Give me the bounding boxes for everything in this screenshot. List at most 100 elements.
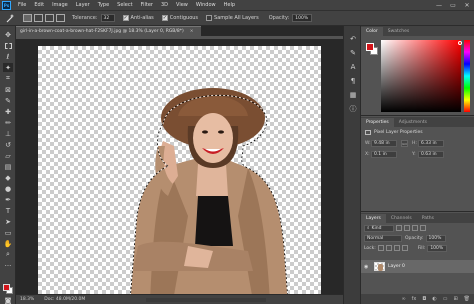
color-picker-cursor[interactable] (458, 41, 462, 45)
add-selection-mode[interactable] (34, 14, 43, 22)
color-picker-field[interactable] (381, 40, 462, 112)
menu-layer[interactable]: Layer (72, 0, 94, 10)
marquee-tool-icon[interactable] (3, 41, 13, 50)
quick-mask-icon[interactable]: ◙ (3, 296, 13, 304)
tolerance-input[interactable]: 32 (100, 14, 115, 22)
tab-swatches[interactable]: Swatches (383, 27, 415, 36)
lock-all-icon[interactable] (401, 245, 408, 251)
eraser-tool-icon[interactable]: ▱ (3, 151, 13, 160)
adjustment-layer-icon[interactable]: ◐ (432, 296, 436, 302)
opacity-input[interactable]: 100% (292, 14, 313, 22)
history-brush-tool-icon[interactable]: ↺ (3, 140, 13, 149)
group-icon[interactable]: ▭ (443, 296, 448, 302)
menu-type[interactable]: Type (94, 0, 113, 10)
document-tab[interactable]: girl-in-a-brown-coat-a-brown-hat-F2SKF7J… (16, 26, 201, 36)
filter-shape-icon[interactable] (420, 225, 426, 231)
menu-filter[interactable]: Filter (137, 0, 157, 10)
menu-help[interactable]: Help (220, 0, 239, 10)
eyedropper-tool-icon[interactable]: ✎ (3, 96, 13, 105)
layer-name[interactable]: Layer 0 (388, 264, 405, 269)
frame-tool-icon[interactable]: ⊠ (3, 85, 13, 94)
maximize-button[interactable]: ▭ (446, 0, 460, 10)
healing-brush-tool-icon[interactable]: ✚ (3, 107, 13, 116)
menu-image[interactable]: Image (48, 0, 72, 10)
position-row: X: 0.1 in Y: 0.63 in (361, 150, 474, 159)
menu-window[interactable]: Window (192, 0, 220, 10)
image-canvas[interactable] (38, 46, 321, 301)
paragraph-icon[interactable]: ¶ (348, 76, 358, 85)
hand-tool-icon[interactable]: ✋ (3, 239, 13, 248)
pen-tool-icon[interactable]: ✒ (3, 195, 13, 204)
horizontal-scrollbar[interactable] (146, 298, 266, 302)
filter-type-icon[interactable] (412, 225, 418, 231)
move-tool-icon[interactable]: ✥ (3, 30, 13, 39)
dodge-tool-icon[interactable]: ● (3, 184, 13, 193)
tab-paths[interactable]: Paths (417, 214, 439, 223)
brush-settings-icon[interactable]: ✎ (348, 48, 358, 57)
trash-icon[interactable]: 🗑 (464, 296, 470, 302)
gradient-tool-icon[interactable]: ▤ (3, 162, 13, 171)
filter-adjustment-icon[interactable] (404, 225, 410, 231)
lock-image-icon[interactable] (385, 245, 392, 251)
layer-opacity-input[interactable]: 100% (425, 234, 446, 242)
add-mask-icon[interactable]: ◘ (422, 296, 426, 302)
rectangle-tool-icon[interactable]: ▭ (3, 228, 13, 237)
link-dimensions-button[interactable]: GO (401, 140, 408, 147)
zoom-level[interactable]: 18.3% (20, 297, 34, 302)
brush-tool-icon[interactable]: ✏ (3, 118, 13, 127)
panel-foreground-swatch[interactable] (366, 43, 374, 51)
layer-style-icon[interactable]: fx (412, 296, 417, 302)
filter-pixel-icon[interactable] (396, 225, 402, 231)
menu-file[interactable]: File (14, 0, 30, 10)
link-layers-icon[interactable]: ∞ (401, 296, 405, 302)
lock-position-icon[interactable] (393, 245, 400, 251)
width-field[interactable]: 9.48 in (371, 140, 397, 147)
lock-transparent-icon[interactable] (377, 245, 384, 251)
antialias-checkbox[interactable]: ✓ Anti-alias (122, 15, 154, 21)
blur-tool-icon[interactable]: ◆ (3, 173, 13, 182)
properties-header: Pixel Layer Properties (361, 127, 474, 137)
menu-3d[interactable]: 3D (157, 0, 172, 10)
zoom-tool-icon[interactable]: ⌕ (3, 250, 13, 259)
magic-wand-tool-preset[interactable] (3, 12, 17, 24)
type-tool-icon[interactable]: T (3, 206, 13, 215)
crop-tool-icon[interactable]: ⌗ (3, 74, 13, 83)
tab-adjustments[interactable]: Adjustments (394, 118, 432, 127)
menu-edit[interactable]: Edit (30, 0, 48, 10)
kind-filter-select[interactable]: ⌕ Kind (364, 224, 394, 232)
contiguous-checkbox[interactable]: ✓ Contiguous (161, 15, 198, 21)
tab-properties[interactable]: Properties (361, 118, 394, 127)
x-field[interactable]: 0.1 in (371, 151, 397, 158)
lasso-tool-icon[interactable]: ℓ (3, 52, 13, 61)
y-field[interactable]: 0.63 in (418, 151, 444, 158)
hue-slider[interactable] (464, 40, 470, 112)
clone-stamp-tool-icon[interactable]: ⊥ (3, 129, 13, 138)
tab-color[interactable]: Color (361, 27, 383, 36)
close-document-icon[interactable]: × (190, 29, 194, 34)
tab-channels[interactable]: Channels (386, 214, 417, 223)
layer-row[interactable]: ◉ Layer 0 (361, 260, 474, 273)
sample-all-layers-checkbox[interactable]: Sample All Layers (206, 15, 259, 21)
layers-footer: ∞ fx ◘ ◐ ▭ ⊞ 🗑 (361, 294, 474, 304)
more-tools-icon[interactable]: ··· (3, 261, 13, 270)
new-layer-icon[interactable]: ⊞ (453, 296, 457, 302)
character-icon[interactable]: A (348, 62, 358, 71)
foreground-color-swatch[interactable] (3, 284, 10, 291)
path-selection-tool-icon[interactable]: ➤ (3, 217, 13, 226)
magic-wand-tool-icon[interactable]: ✦ (3, 63, 13, 72)
intersect-selection-mode[interactable] (56, 14, 65, 22)
close-button[interactable]: ✕ (460, 0, 474, 10)
info-icon[interactable]: ⓘ (348, 104, 358, 113)
subtract-selection-mode[interactable] (45, 14, 54, 22)
menu-select[interactable]: Select (113, 0, 136, 10)
blend-mode-select[interactable]: Normal (364, 234, 402, 242)
height-field[interactable]: 6.33 in (418, 140, 444, 147)
new-selection-mode[interactable] (23, 14, 32, 22)
menu-view[interactable]: View (172, 0, 192, 10)
history-icon[interactable]: ↶ (348, 34, 358, 43)
minimize-button[interactable]: — (432, 0, 446, 10)
tab-layers[interactable]: Layers (361, 214, 386, 223)
visibility-eye-icon[interactable]: ◉ (364, 264, 371, 270)
libraries-icon[interactable]: ▦ (348, 90, 358, 99)
fill-input[interactable]: 100% (427, 244, 448, 252)
